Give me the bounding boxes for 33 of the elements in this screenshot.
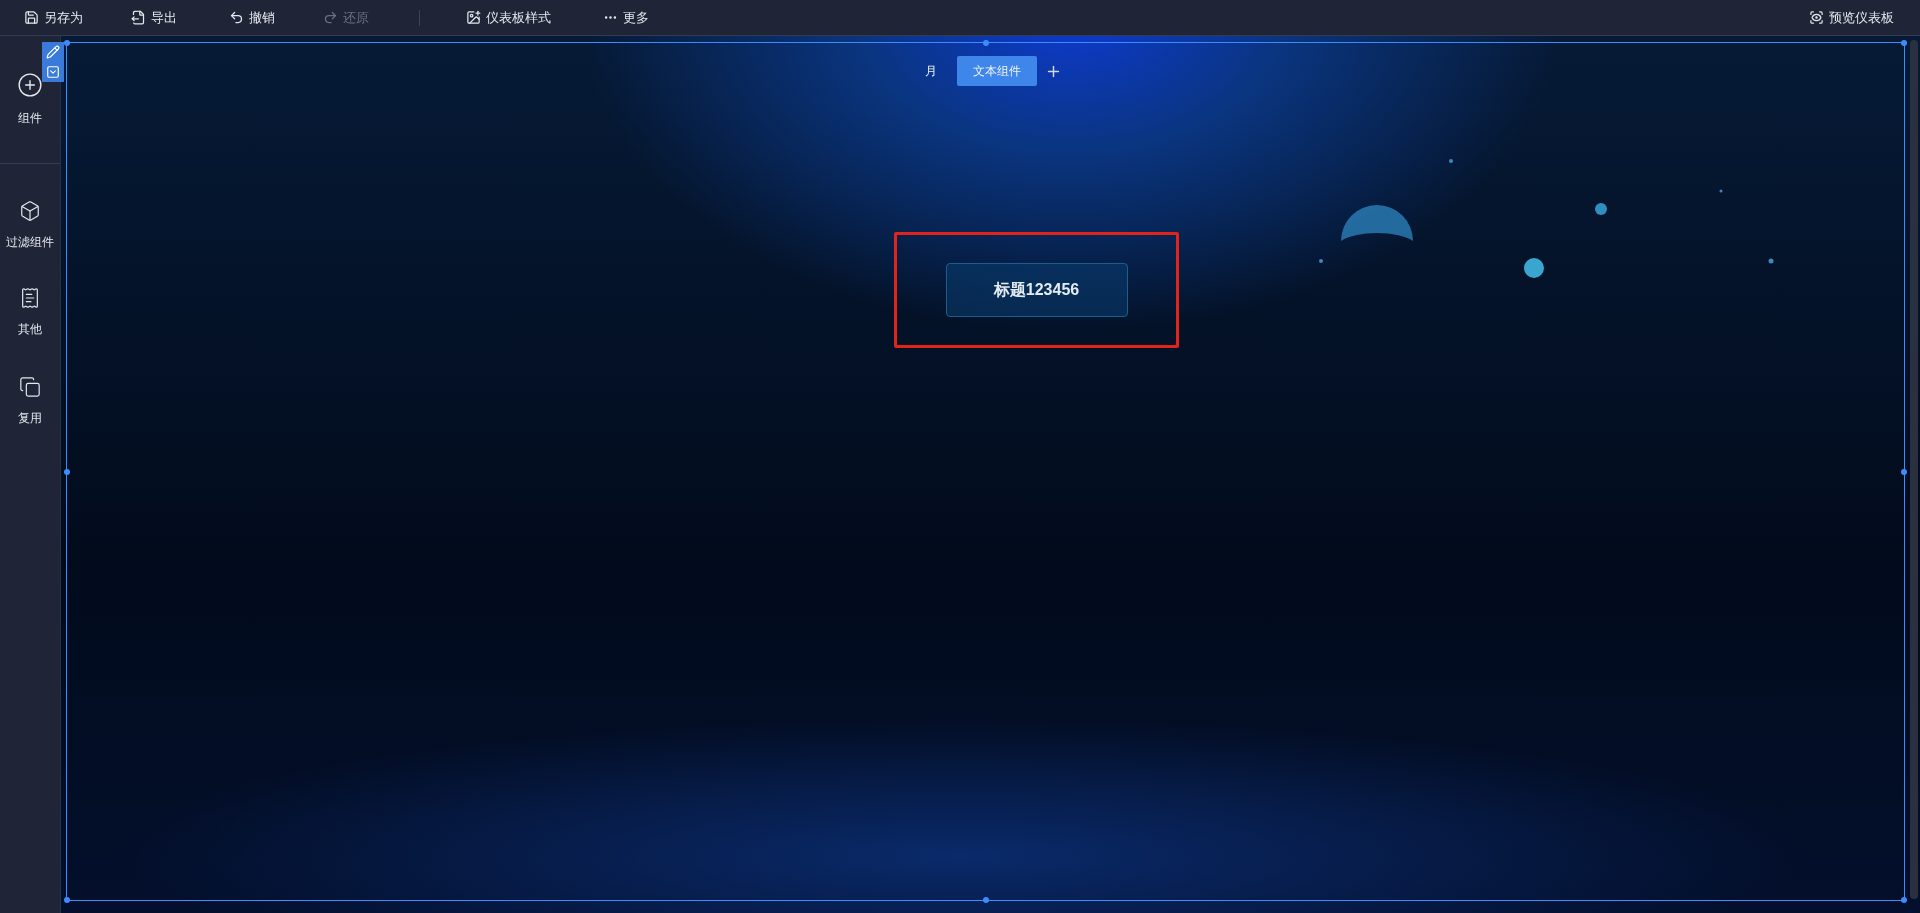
undo-icon xyxy=(229,10,244,25)
sidebar-item[interactable]: 其他 xyxy=(0,287,60,338)
toolbar-button[interactable]: 仪表板样式 xyxy=(466,8,551,27)
sidebar-item[interactable]: 组件 xyxy=(0,72,60,127)
sidebar-item[interactable]: 复用 xyxy=(0,376,60,427)
pencil-icon[interactable] xyxy=(46,45,60,59)
eye-scan-icon xyxy=(1809,10,1824,25)
toolbar-button[interactable]: 更多 xyxy=(603,8,649,27)
resize-handle[interactable] xyxy=(982,40,989,46)
cube-icon xyxy=(19,200,41,222)
scrollbar[interactable] xyxy=(1910,40,1918,899)
tab[interactable]: 月 xyxy=(909,56,953,86)
title-widget[interactable]: 标题123456 xyxy=(945,263,1128,317)
resize-handle[interactable] xyxy=(64,468,70,475)
resize-handle[interactable] xyxy=(982,897,989,903)
resize-handle[interactable] xyxy=(64,40,70,46)
image-frame-icon xyxy=(466,10,481,25)
document-list-icon xyxy=(19,287,41,309)
toolbar-button[interactable]: 撤销 xyxy=(229,8,275,27)
redo-icon xyxy=(323,10,338,25)
toolbar-button[interactable]: 另存为 xyxy=(24,8,83,27)
resize-handle[interactable] xyxy=(64,897,70,903)
resize-handle[interactable] xyxy=(1901,40,1907,46)
preview-button[interactable]: 预览仪表板 xyxy=(1809,8,1894,27)
sidebar-item[interactable]: 过滤组件 xyxy=(0,200,60,251)
plus-circle-icon xyxy=(17,72,43,98)
resize-handle[interactable] xyxy=(1901,897,1907,903)
resize-handle[interactable] xyxy=(1901,468,1907,475)
toolbar-button[interactable]: 导出 xyxy=(131,8,177,27)
dropdown-icon[interactable] xyxy=(46,65,60,79)
export-icon xyxy=(131,10,146,25)
windows-stack-icon xyxy=(19,376,41,398)
save-icon xyxy=(24,10,39,25)
